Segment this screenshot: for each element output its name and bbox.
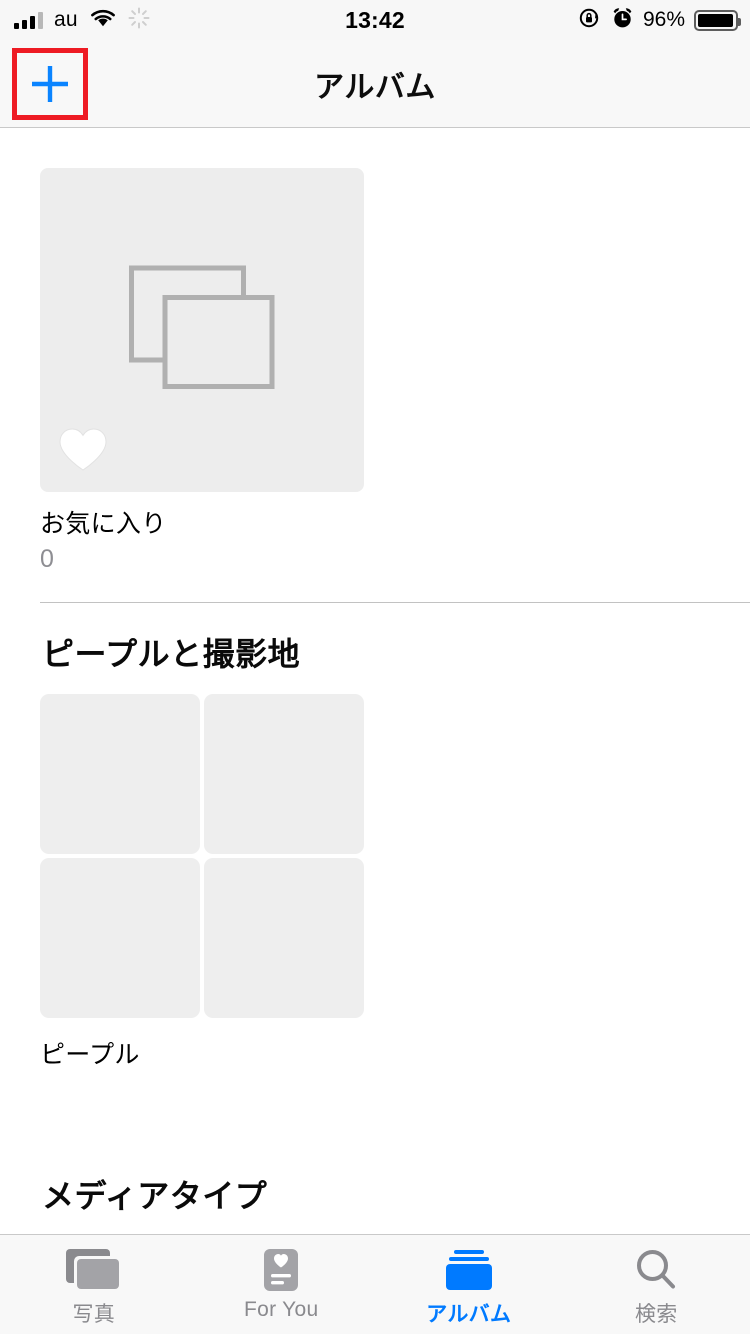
status-bar-right: 96% [578, 0, 741, 40]
album-tile-people[interactable]: ピープル [40, 694, 364, 1071]
rotation-lock-icon [578, 6, 602, 35]
album-title: ピープル [40, 1041, 140, 1069]
album-title: お気に入り [40, 510, 167, 538]
clock-label: 13:42 [345, 6, 405, 33]
people-grid-cell [204, 694, 364, 854]
photos-stack-icon [63, 1246, 125, 1294]
section-header-people-places: ピープルと撮影地 [42, 636, 301, 672]
tab-label: アルバム [426, 1303, 512, 1326]
page-title: アルバム [314, 71, 436, 104]
section-divider [40, 602, 750, 603]
people-grid-cell [40, 694, 200, 854]
heart-icon [58, 427, 108, 478]
tab-label: 写真 [72, 1303, 116, 1326]
tab-for-you[interactable]: For You [188, 1235, 376, 1334]
tab-photos[interactable]: 写真 [0, 1235, 188, 1334]
for-you-card-icon [257, 1246, 305, 1294]
people-grid-cell [204, 858, 364, 1018]
photo-stack-placeholder-icon [129, 265, 275, 395]
section-header-media-types: メディアタイプ [42, 1178, 268, 1214]
navigation-bar: アルバム [0, 40, 750, 128]
tab-bar: 写真 For You アルバム 検索 [0, 1234, 750, 1334]
add-album-button[interactable] [12, 48, 88, 120]
battery-icon [694, 9, 741, 31]
tab-albums[interactable]: アルバム [375, 1235, 563, 1334]
album-thumbnail[interactable] [40, 168, 364, 492]
battery-percent-label: 96% [642, 8, 685, 31]
tab-search[interactable]: 検索 [563, 1235, 750, 1334]
album-tile-favorites[interactable]: お気に入り 0 [40, 168, 364, 572]
alarm-clock-icon [611, 6, 634, 35]
search-magnifier-icon [632, 1246, 680, 1294]
albums-icon [440, 1246, 498, 1294]
albums-scroll-content[interactable]: お気に入り 0 ピープルと撮影地 ピープル メディアタイプ [0, 129, 750, 1234]
tab-label: 検索 [634, 1303, 678, 1326]
photos-app-albums-screen: au 13:42 96% アルバム お気に入り 0 ピープルと撮影地 ピープル … [0, 0, 750, 1334]
people-grid-cell [40, 858, 200, 1018]
people-thumbnail-grid[interactable] [40, 694, 364, 1018]
tab-label: For You [244, 1298, 319, 1321]
album-item-count: 0 [40, 544, 54, 573]
status-bar: au 13:42 96% [0, 0, 750, 40]
plus-icon [32, 66, 68, 102]
